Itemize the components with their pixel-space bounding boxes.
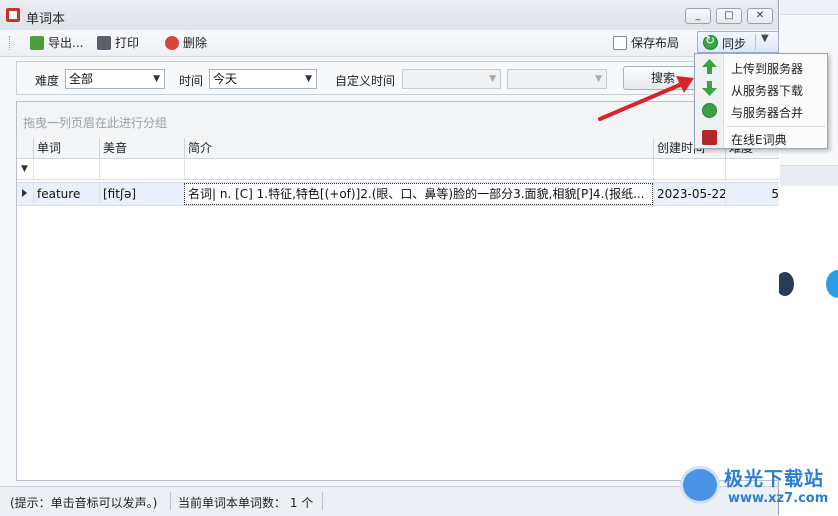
annotation-arrow xyxy=(598,76,694,121)
watermark: 极光下载站 www.xz7.com xyxy=(676,460,836,510)
watermark-title: 极光下载站 xyxy=(724,468,825,490)
watermark-logo-icon xyxy=(680,466,720,504)
watermark-url: www.xz7.com xyxy=(728,491,829,506)
